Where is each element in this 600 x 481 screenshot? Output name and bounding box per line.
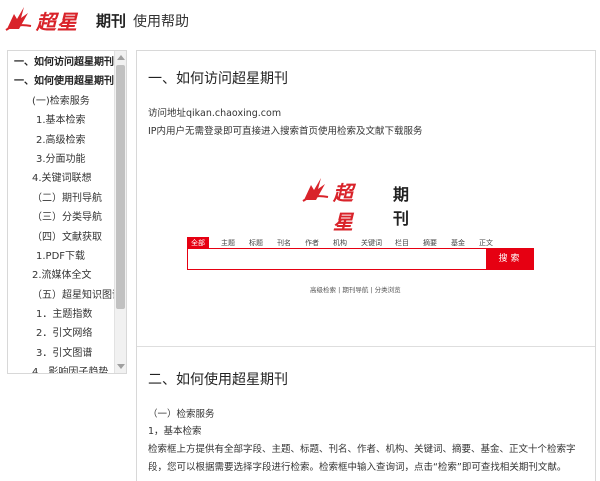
sidebar-item-access[interactable]: 一、如何访问超星期刊 xyxy=(8,53,126,72)
sidebar-item-impact-trend[interactable]: 4．影响因子趋势 xyxy=(8,363,126,373)
basic-search-heading: 1，基本检索 xyxy=(148,426,202,437)
scroll-down-icon[interactable] xyxy=(117,364,125,369)
basic-search-desc-2: 段，您可以根据需要选择字段进行检索。检索框中输入查询词，点击“检索”即可查找相关… xyxy=(148,462,567,473)
sidebar-item-basic-search[interactable]: 1.基本检索 xyxy=(8,111,126,130)
sidebar-item-journal-nav[interactable]: （二）期刊导航 xyxy=(8,189,126,208)
header: 超星 期刊 使用帮助 xyxy=(0,0,600,40)
sidebar-item-pdf-download[interactable]: 1.PDF下载 xyxy=(8,247,126,266)
main-content: 一、如何访问超星期刊 访问地址qikan.chaoxing.com IP内用户无… xyxy=(136,50,596,481)
logo-text: 超星 xyxy=(36,10,78,34)
scroll-thumb[interactable] xyxy=(116,65,125,309)
sidebar-item-citation-network[interactable]: 2．引文网络 xyxy=(8,324,126,343)
brand-title: 期刊 xyxy=(96,12,127,30)
sidebar-item-streaming[interactable]: 2.流媒体全文 xyxy=(8,266,126,285)
chaoxing-logo-icon xyxy=(5,7,32,31)
sidebar-item-advanced-search[interactable]: 2.高级检索 xyxy=(8,131,126,150)
scroll-up-icon[interactable] xyxy=(117,55,125,60)
sidebar-scrollbar[interactable] xyxy=(114,51,126,373)
section2-title: 二、如何使用超星期刊 xyxy=(148,372,288,388)
section-divider xyxy=(137,346,595,347)
sidebar-item-usage[interactable]: 一、如何使用超星期刊 xyxy=(8,72,126,91)
sidebar-item-facets[interactable]: 3.分面功能 xyxy=(8,150,126,169)
sidebar-list: 一、如何访问超星期刊 一、如何使用超星期刊 (一)检索服务 1.基本检索 2.高… xyxy=(8,53,126,373)
preview-links[interactable]: 高级检索 | 期刊导航 | 分类浏览 xyxy=(310,284,401,294)
sidebar-item-doc-access[interactable]: （四）文献获取 xyxy=(8,228,126,247)
ip-access-note: IP内用户无需登录即可直接进入搜索首页使用检索及文献下载服务 xyxy=(148,126,423,137)
sidebar-item-keyword-suggest[interactable]: 4.关键词联想 xyxy=(8,169,126,188)
access-address: 访问地址qikan.chaoxing.com xyxy=(148,108,282,119)
page-subtitle: 使用帮助 xyxy=(133,14,189,30)
sidebar-nav: 一、如何访问超星期刊 一、如何使用超星期刊 (一)检索服务 1.基本检索 2.高… xyxy=(7,50,127,374)
preview-search-button[interactable]: 搜索 xyxy=(487,248,534,270)
sidebar-item-search-service[interactable]: (一)检索服务 xyxy=(8,92,126,111)
preview-logo-text: 超星 xyxy=(333,181,353,234)
preview-brand: 期刊 xyxy=(393,185,410,228)
sidebar-item-citation-map[interactable]: 3．引文图谱 xyxy=(8,344,126,363)
sidebar-item-topic-index[interactable]: 1．主题指数 xyxy=(8,305,126,324)
search-service-heading: （一）检索服务 xyxy=(148,409,215,420)
section1-title: 一、如何访问超星期刊 xyxy=(148,71,288,87)
sidebar-item-category-nav[interactable]: （三）分类导航 xyxy=(8,208,126,227)
sidebar-item-knowledge-graph[interactable]: （五）超星知识图谱 xyxy=(8,286,126,305)
basic-search-desc-1: 检索框上方提供有全部字段、主题、标题、刊名、作者、机构、关键词、摘要、基金、正文… xyxy=(148,444,576,455)
chaoxing-logo-icon xyxy=(302,178,329,202)
preview-search-input[interactable] xyxy=(187,248,487,270)
